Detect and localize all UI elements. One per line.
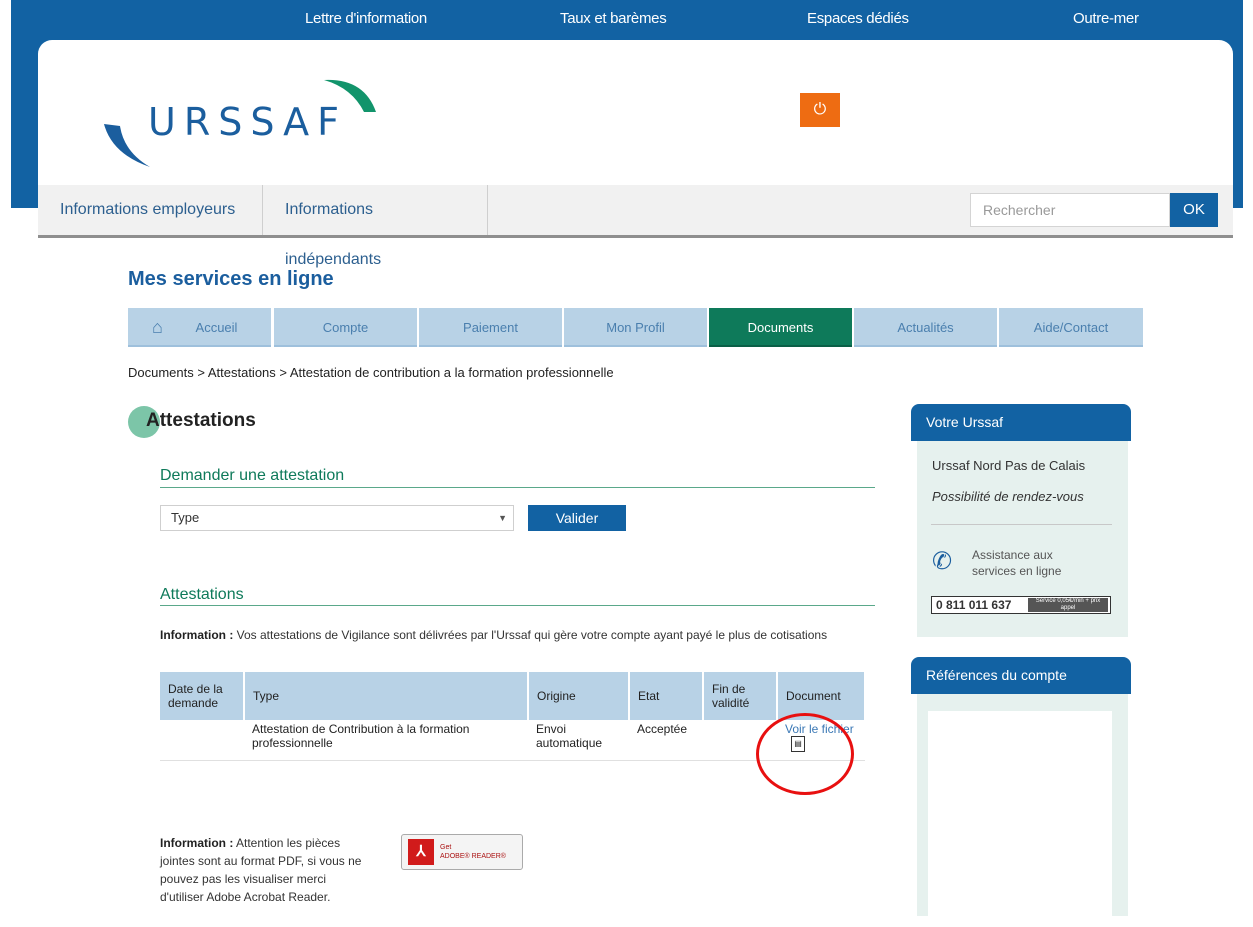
divider [160, 487, 875, 488]
valider-button[interactable]: Valider [528, 505, 626, 531]
top-link-lettre[interactable]: Lettre d'information [305, 10, 427, 27]
menu-paiement[interactable]: Paiement [419, 308, 562, 347]
top-link-taux[interactable]: Taux et barèmes [560, 10, 667, 27]
search-input[interactable]: Rechercher [970, 193, 1170, 227]
nav-independants[interactable]: Informations indépendants [263, 185, 488, 268]
power-icon[interactable]: ⏻ [800, 93, 840, 127]
adobe-pdf-icon: ⅄ [408, 839, 434, 865]
top-link-espaces[interactable]: Espaces dédiés [807, 10, 909, 27]
assistance-text[interactable]: Assistance aux services en ligne [972, 547, 1082, 579]
phone-note: Service 0,05€/min + prix appel [1028, 598, 1108, 612]
col-document: Document [777, 672, 866, 720]
col-fin: Fin de validité [703, 672, 778, 720]
request-heading: Demander une attestation [160, 467, 345, 484]
col-etat: Etat [629, 672, 704, 720]
references-content [928, 711, 1112, 916]
col-date: Date de la demande [160, 672, 245, 720]
nav-employeurs[interactable]: Informations employeurs [38, 185, 263, 235]
section-title: Attestations [146, 410, 256, 431]
phone-number[interactable]: Service 0,05€/min + prix appel 0 811 011 … [931, 596, 1111, 614]
adobe-reader-badge[interactable]: ⅄ Get ADOBE® READER® [401, 834, 523, 870]
red-highlight-circle [756, 713, 854, 795]
col-type: Type [244, 672, 529, 720]
rdv-text: Possibilité de rendez-vous [932, 489, 1084, 504]
phone-icon: ✆ [932, 548, 953, 575]
agency-name: Urssaf Nord Pas de Calais [932, 458, 1086, 473]
references-header: Références du compte [911, 657, 1131, 694]
page-title: Mes services en ligne [128, 268, 334, 290]
logo-text: URSSAF [148, 100, 348, 144]
type-select[interactable]: Type ▼ [160, 505, 514, 531]
list-heading: Attestations [160, 586, 244, 603]
menu-aide[interactable]: Aide/Contact [999, 308, 1143, 347]
divider [160, 605, 875, 606]
vigilance-info: Information : Vos attestations de Vigila… [160, 628, 828, 642]
breadcrumb: Documents > Attestations > Attestation d… [128, 365, 614, 380]
divider [931, 524, 1112, 525]
services-menu: ⌂ Accueil Compte Paiement Mon Profil Doc… [128, 308, 1143, 347]
menu-compte[interactable]: Compte [274, 308, 417, 347]
col-origine: Origine [528, 672, 630, 720]
menu-accueil[interactable]: ⌂ Accueil [128, 308, 271, 347]
search-ok-button[interactable]: OK [1170, 193, 1218, 227]
home-icon: ⌂ [152, 317, 163, 337]
menu-documents[interactable]: Documents [709, 308, 852, 347]
votre-urssaf-header: Votre Urssaf [911, 404, 1131, 441]
menu-profil[interactable]: Mon Profil [564, 308, 707, 347]
menu-actualites[interactable]: Actualités [854, 308, 997, 347]
chevron-down-icon: ▼ [498, 513, 507, 523]
top-link-outremer[interactable]: Outre-mer [1073, 10, 1139, 27]
pdf-info: Information : Attention les pièces joint… [160, 836, 362, 904]
